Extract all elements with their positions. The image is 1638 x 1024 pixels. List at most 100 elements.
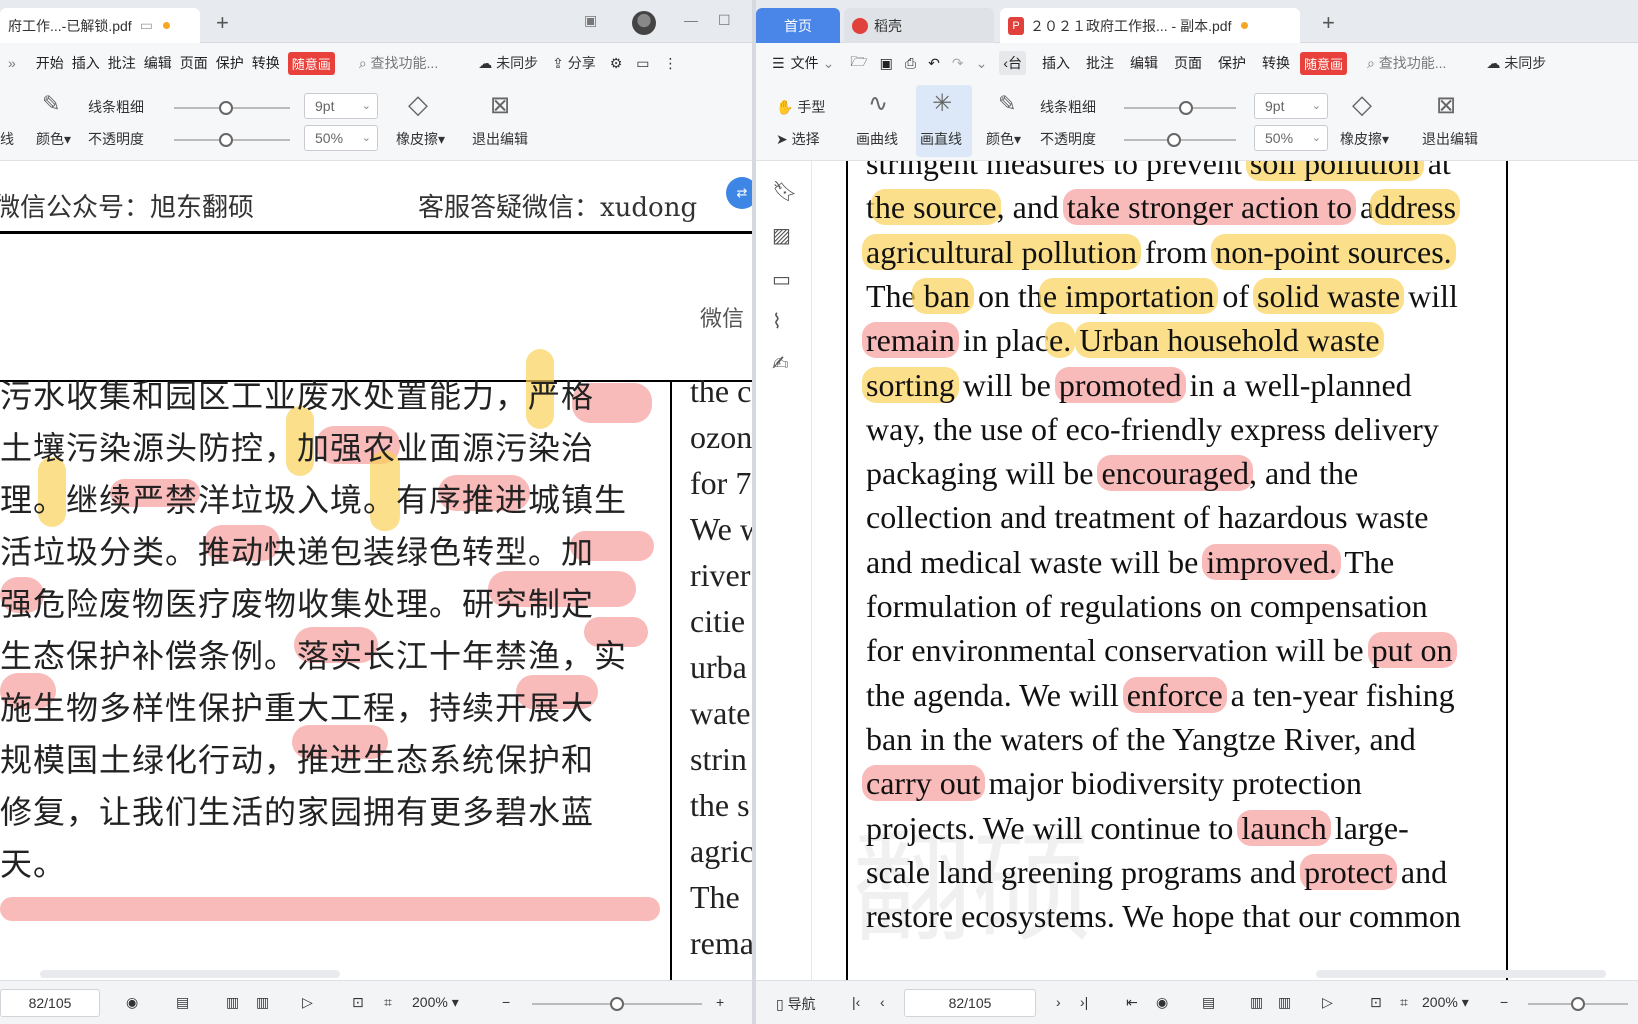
signature-icon[interactable]: ✍ <box>772 351 789 376</box>
draw-curve-button[interactable]: 画曲线 <box>856 129 898 149</box>
tab-home[interactable]: 首页 <box>756 8 840 43</box>
last-page-icon[interactable]: ›| <box>1080 994 1088 1010</box>
line-width-slider[interactable] <box>174 101 290 115</box>
eye-icon[interactable]: ◉ <box>126 994 138 1011</box>
line-tool-partial[interactable]: 线 <box>0 129 14 149</box>
opacity-slider[interactable] <box>174 133 290 147</box>
single-page-icon[interactable]: ▤ <box>176 994 189 1011</box>
color-dropdown[interactable]: 颜色▾ <box>986 129 1021 149</box>
open-icon[interactable]: 🗁 <box>850 51 867 75</box>
tab-right-document[interactable]: P ２０２１政府工作报... - 副本.pdf <box>1000 8 1300 43</box>
menu-page[interactable]: 页面 <box>180 53 208 73</box>
tab-left-document[interactable]: 府工作...-已解锁.pdf ▭ <box>0 8 200 43</box>
curve-icon[interactable]: ∿ <box>868 89 888 118</box>
more-chevron-icon[interactable]: ⌄ <box>976 55 988 72</box>
zoom-out-icon[interactable]: − <box>502 994 510 1010</box>
menu-protect[interactable]: 保护 <box>216 53 244 73</box>
menu-annotate[interactable]: 批注 <box>1086 53 1114 73</box>
double-page-icon[interactable]: ▥ <box>256 994 269 1011</box>
new-tab-plus-icon[interactable]: + <box>1322 10 1335 36</box>
page-number-box[interactable]: 82/105 <box>0 989 100 1017</box>
zoom-slider[interactable] <box>532 997 702 1011</box>
navigation-toggle[interactable]: ▯ 导航 <box>776 994 816 1014</box>
line-width-select[interactable]: 9pt ⌄ <box>304 93 378 119</box>
opacity-slider-knob[interactable] <box>1167 133 1182 147</box>
opacity-slider-knob[interactable] <box>219 133 234 147</box>
expand-chevron-icon[interactable]: » <box>8 55 16 71</box>
back-icon[interactable]: ⇤ <box>1126 994 1138 1011</box>
continuous-page-icon[interactable]: ▥ <box>226 994 239 1011</box>
menu-page[interactable]: 页面 <box>1174 53 1202 73</box>
exit-edit-button[interactable]: 退出编辑 <box>1422 129 1478 149</box>
undo-icon[interactable]: ↶ <box>928 55 940 72</box>
eraser-button[interactable]: 橡皮擦▾ <box>396 129 445 149</box>
next-page-icon[interactable]: › <box>1056 994 1061 1010</box>
maximize-icon[interactable]: ☐ <box>718 12 731 29</box>
zoom-out-icon[interactable]: − <box>1500 994 1508 1010</box>
zoom-in-icon[interactable]: + <box>716 994 724 1010</box>
sync-status[interactable]: ☁ 未同步 <box>1486 53 1546 73</box>
zoom-slider[interactable] <box>1528 997 1628 1011</box>
panel-icon[interactable]: ▣ <box>584 12 597 29</box>
draw-line-button[interactable]: 画直线 <box>920 129 962 149</box>
hand-tool[interactable]: ✋ 手型 <box>776 97 825 117</box>
zoom-slider-knob[interactable] <box>1571 997 1585 1011</box>
color-dropdown[interactable]: 颜色▾ <box>36 129 71 149</box>
pen-color-icon[interactable]: ✎ <box>42 91 60 117</box>
line-width-select[interactable]: 9pt ⌄ <box>1254 93 1328 119</box>
freehand-badge[interactable]: 随意画 <box>1299 51 1347 75</box>
line-width-slider-knob[interactable] <box>219 101 234 115</box>
double-page-icon[interactable]: ▥ <box>1278 994 1291 1011</box>
menu-edit[interactable]: 编辑 <box>144 53 172 73</box>
menu-insert[interactable]: 插入 <box>1042 53 1070 73</box>
save-icon[interactable]: ▣ <box>880 55 893 72</box>
eye-icon[interactable]: ◉ <box>1156 994 1168 1011</box>
chevron-down-icon[interactable]: ⌄ <box>823 55 835 72</box>
search-function[interactable]: ⌕ 查找功能... <box>359 53 438 73</box>
menu-insert[interactable]: 插入 <box>72 53 100 73</box>
new-tab-plus-icon[interactable]: + <box>216 10 229 36</box>
menu-edit[interactable]: 编辑 <box>1130 53 1158 73</box>
prev-page-icon[interactable]: ‹ <box>880 994 885 1010</box>
settings-gear-icon[interactable]: ⚙ <box>610 55 623 72</box>
line-width-slider[interactable] <box>1124 101 1236 115</box>
eraser-button[interactable]: 橡皮擦▾ <box>1340 129 1389 149</box>
menu-convert[interactable]: 转换 <box>252 53 280 73</box>
single-page-icon[interactable]: ▤ <box>1202 994 1215 1011</box>
comment-icon[interactable]: ▭ <box>772 267 791 292</box>
search-function[interactable]: ⌕ 查找功能... <box>1367 53 1446 73</box>
eraser-icon[interactable]: ◇ <box>408 89 428 120</box>
zoom-slider-knob[interactable] <box>610 997 624 1011</box>
opacity-select[interactable]: 50% ⌄ <box>1254 125 1328 151</box>
eraser-icon[interactable]: ◇ <box>1352 89 1372 120</box>
continuous-page-icon[interactable]: ▥ <box>1250 994 1263 1011</box>
minimize-icon[interactable]: — <box>684 12 698 28</box>
menu-convert[interactable]: 转换 <box>1262 53 1290 73</box>
more-icon[interactable]: ⋮ <box>664 55 678 72</box>
translate-float-icon[interactable]: ⇄ <box>726 177 752 209</box>
actual-size-icon[interactable]: ⊡ <box>352 994 364 1011</box>
zoom-select[interactable]: 200% ▾ <box>1422 994 1469 1011</box>
share-button[interactable]: ⇪ 分享 <box>552 53 596 73</box>
tab-daoke[interactable]: 稻壳 <box>844 8 994 43</box>
menu-start[interactable]: 开始 <box>36 53 64 73</box>
avatar[interactable] <box>632 11 656 35</box>
menu-partial[interactable]: ‹台 <box>999 51 1026 75</box>
select-tool[interactable]: ➤ 选择 <box>776 129 820 149</box>
right-document-page[interactable]: 翻硕 stringent measures to prevent soil po… <box>812 161 1638 980</box>
exit-edit-button[interactable]: 退出编辑 <box>472 129 528 149</box>
line-width-slider-knob[interactable] <box>1178 101 1193 115</box>
first-page-icon[interactable]: |‹ <box>852 994 860 1010</box>
bookmark-icon[interactable]: 🔖︎ <box>772 179 797 204</box>
right-horizontal-scrollbar[interactable] <box>1316 970 1606 978</box>
fit-page-icon[interactable]: ⌗ <box>384 994 392 1011</box>
hamburger-menu-icon[interactable]: ☰ <box>772 55 785 72</box>
zoom-select[interactable]: 200% ▾ <box>412 994 459 1011</box>
menu-annotate[interactable]: 批注 <box>108 53 136 73</box>
attachment-icon[interactable]: ⌇ <box>772 309 782 334</box>
redo-icon[interactable]: ↷ <box>952 55 964 72</box>
actual-size-icon[interactable]: ⊡ <box>1370 994 1382 1011</box>
page-number-box[interactable]: 82/105 <box>904 989 1036 1017</box>
sync-status[interactable]: ☁ 未同步 <box>478 53 538 73</box>
opacity-slider[interactable] <box>1124 133 1236 147</box>
